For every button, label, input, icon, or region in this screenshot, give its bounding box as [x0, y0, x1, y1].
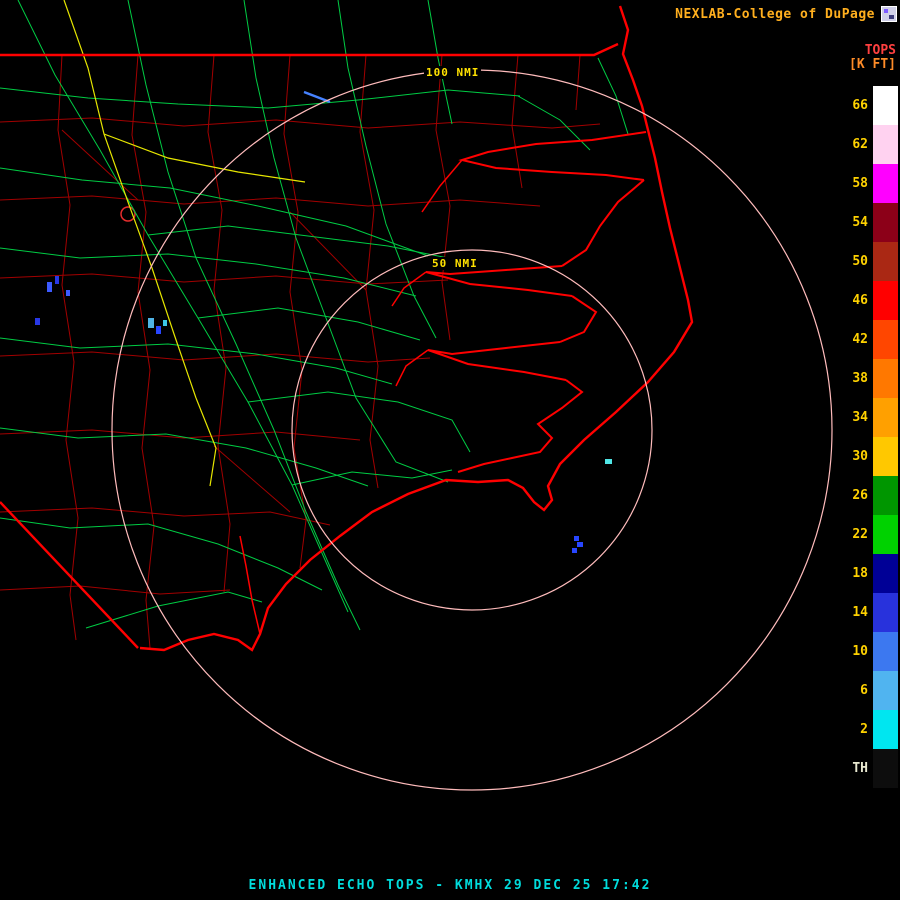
neuse-upstream	[396, 350, 428, 386]
legend-color-swatch	[873, 671, 898, 710]
legend-row: 18	[838, 554, 898, 593]
legend-value-label: 54	[838, 215, 868, 230]
legend-value-label: 50	[838, 254, 868, 269]
roads-layer-yellow	[64, 0, 305, 486]
nc-sc-border	[0, 502, 138, 648]
legend-value-label: 26	[838, 488, 868, 503]
legend-row: 34	[838, 398, 898, 437]
legend-row: 30	[838, 437, 898, 476]
legend-value-label: 6	[838, 683, 868, 698]
base-map	[0, 0, 900, 900]
legend-value-label: 38	[838, 371, 868, 386]
pamlico-upstream	[392, 272, 426, 306]
legend-row: 2	[838, 710, 898, 749]
legend-color-swatch	[873, 320, 898, 359]
legend-value-label: 10	[838, 644, 868, 659]
pamlico-shore	[562, 180, 644, 266]
legend-units: [K FT]	[838, 58, 898, 72]
legend-value-label: 34	[838, 410, 868, 425]
bogue-shore	[458, 380, 582, 472]
cape-fear-river	[240, 536, 260, 634]
legend-color-swatch	[873, 632, 898, 671]
legend-row: 54	[838, 203, 898, 242]
pamlico-river	[426, 266, 572, 296]
legend-row: 66	[838, 86, 898, 125]
neuse-river	[428, 342, 566, 380]
legend-value-label: 22	[838, 527, 868, 542]
between-rivers-shore	[560, 296, 596, 342]
legend-color-swatch	[873, 203, 898, 242]
legend-color-swatch	[873, 242, 898, 281]
legend-color-swatch	[873, 398, 898, 437]
outer-banks-coast	[140, 6, 692, 650]
roanoke-river	[422, 160, 462, 212]
legend-color-swatch	[873, 476, 898, 515]
legend-row: TH	[838, 749, 898, 788]
legend-color-swatch	[873, 164, 898, 203]
radar-display: 50 NMI100 NMI NEXLAB-College of DuPage T…	[0, 0, 900, 900]
coastline-layer	[140, 6, 692, 650]
albemarle-sound	[462, 132, 646, 180]
legend-row: 14	[838, 593, 898, 632]
legend-color-swatch	[873, 437, 898, 476]
legend-value-label: 2	[838, 722, 868, 737]
legend-row: 38	[838, 359, 898, 398]
legend-color-swatch	[873, 281, 898, 320]
legend-row: 46	[838, 281, 898, 320]
cod-logo-icon	[881, 6, 897, 22]
legend-value-label: 58	[838, 176, 868, 191]
legend-row: 26	[838, 476, 898, 515]
legend-row: 22	[838, 515, 898, 554]
legend-row: 10	[838, 632, 898, 671]
legend-color-swatch	[873, 710, 898, 749]
echo-tops-legend: TOPS [K FT] 6662585450464238343026221814…	[838, 44, 898, 788]
county-lines-layer	[0, 55, 600, 648]
va-nc-border	[0, 44, 618, 55]
legend-color-swatch	[873, 125, 898, 164]
range-ring	[292, 250, 652, 610]
legend-color-swatch	[873, 749, 898, 788]
legend-row: 50	[838, 242, 898, 281]
legend-row: 6	[838, 671, 898, 710]
legend-title: TOPS	[838, 44, 898, 58]
legend-color-swatch	[873, 554, 898, 593]
legend-color-swatch	[873, 515, 898, 554]
legend-color-swatch	[873, 593, 898, 632]
brand: NEXLAB-College of DuPage	[675, 6, 897, 22]
brand-text: NEXLAB-College of DuPage	[675, 7, 875, 22]
legend-value-label: 62	[838, 137, 868, 152]
legend-row: 62	[838, 125, 898, 164]
legend-value-label: 14	[838, 605, 868, 620]
legend-row: 58	[838, 164, 898, 203]
legend-value-label: 42	[838, 332, 868, 347]
legend-row: 42	[838, 320, 898, 359]
legend-value-label: 66	[838, 98, 868, 113]
legend-color-scale: 66625854504642383430262218141062TH	[838, 86, 898, 788]
legend-value-label: 30	[838, 449, 868, 464]
legend-value-label: TH	[838, 761, 868, 776]
status-bar: ENHANCED ECHO TOPS - KMHX 29 DEC 25 17:4…	[0, 878, 900, 893]
legend-value-label: 18	[838, 566, 868, 581]
legend-value-label: 46	[838, 293, 868, 308]
legend-color-swatch	[873, 359, 898, 398]
legend-color-swatch	[873, 86, 898, 125]
